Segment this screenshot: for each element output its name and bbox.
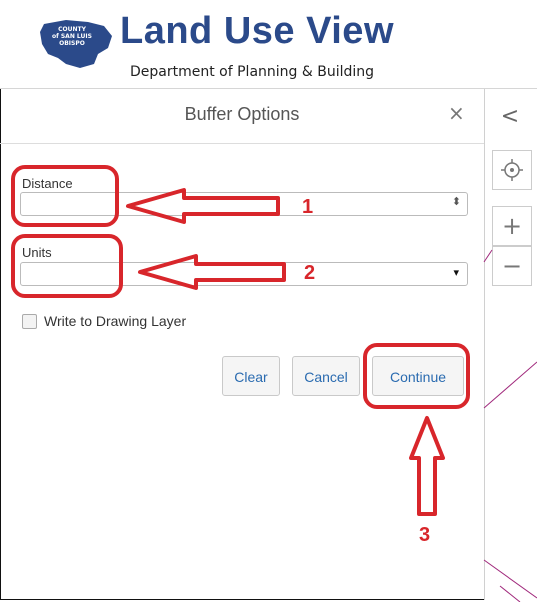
zoom-in-button[interactable]: + — [492, 206, 532, 246]
app-subtitle: Department of Planning & Building — [130, 64, 375, 80]
distance-input[interactable]: ⬍ — [20, 192, 468, 216]
units-label: Units — [22, 245, 52, 260]
panel-header: Buffer Options × — [0, 89, 484, 144]
drawing-layer-checkbox[interactable] — [22, 314, 37, 329]
annotation-number-2: 2 — [304, 262, 316, 284]
collapse-panel-button[interactable]: < — [490, 97, 530, 137]
annotation-number-1: 1 — [302, 196, 314, 218]
close-icon[interactable]: × — [448, 101, 465, 125]
continue-button[interactable]: Continue — [372, 356, 464, 396]
app-header: COUNTY of SAN LUIS OBISPO Land Use View … — [0, 0, 537, 89]
clear-button[interactable]: Clear — [222, 356, 280, 396]
panel-title: Buffer Options — [184, 104, 300, 124]
zoom-out-button[interactable]: − — [492, 246, 532, 286]
app-title: Land Use View — [120, 10, 395, 52]
cancel-button[interactable]: Cancel — [292, 356, 360, 396]
annotation-number-3: 3 — [419, 524, 431, 546]
locate-icon — [501, 159, 523, 181]
chevron-down-icon: ▾ — [453, 266, 459, 279]
drawing-layer-label: Write to Drawing Layer — [44, 313, 187, 329]
distance-label: Distance — [22, 176, 73, 191]
locate-button[interactable] — [492, 150, 532, 190]
logo-text: COUNTY of SAN LUIS OBISPO — [52, 26, 92, 47]
spinner-icon[interactable]: ⬍ — [452, 195, 461, 208]
units-select[interactable]: ▾ — [20, 262, 468, 286]
